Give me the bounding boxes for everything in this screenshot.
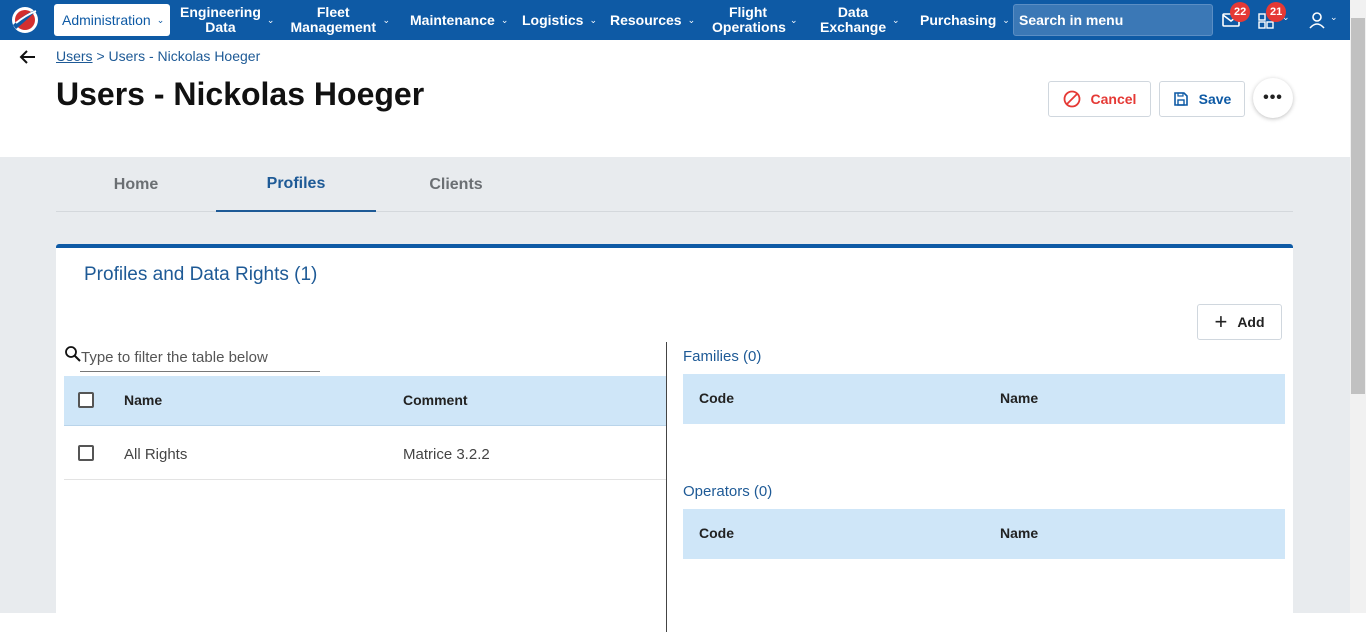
cancel-button[interactable]: Cancel (1048, 81, 1151, 117)
select-all-checkbox[interactable] (78, 392, 94, 408)
chevron-down-icon: ⌄ (1002, 14, 1010, 25)
breadcrumb-separator: > (96, 48, 105, 64)
more-options-button[interactable]: ••• (1253, 78, 1293, 118)
messages-button[interactable]: 22 (1222, 2, 1251, 32)
add-label: Add (1237, 314, 1265, 330)
save-button[interactable]: Save (1159, 81, 1245, 117)
tab-label: Profiles (266, 174, 326, 192)
tab-bar: Home Profiles Clients (56, 157, 1293, 212)
ellipsis-icon: ••• (1263, 89, 1283, 106)
families-table-header: Code Name (683, 374, 1285, 424)
profiles-card: Profiles and Data Rights (1) + Add Name … (56, 244, 1293, 632)
nav-label: Purchasing (920, 11, 997, 28)
chevron-down-icon: ⌄ (687, 14, 696, 25)
nav-resources[interactable]: Resources ⌄ (610, 0, 695, 40)
nav-label: Maintenance (410, 11, 495, 28)
nav-label: Data Exchange (820, 4, 887, 35)
panel-divider (666, 342, 667, 632)
operators-table-header: Code Name (683, 509, 1285, 559)
scrollbar-thumb[interactable] (1351, 18, 1365, 394)
menu-search-input[interactable] (1013, 4, 1213, 36)
nav-purchasing[interactable]: Purchasing ⌄ (920, 0, 1010, 40)
chevron-down-icon: ⌄ (382, 14, 390, 25)
chevron-down-icon: ⌄ (1330, 12, 1338, 22)
chevron-down-icon: ⌄ (500, 14, 509, 25)
save-disk-icon (1173, 92, 1188, 106)
cancel-label: Cancel (1090, 91, 1137, 107)
column-header-name[interactable]: Name (1000, 525, 1038, 541)
tab-profiles[interactable]: Profiles (216, 157, 376, 212)
nav-label: Engineering Data (180, 4, 261, 35)
operators-title: Operators (0) (683, 483, 773, 500)
nav-fleet-management[interactable]: Fleet Management ⌄ (290, 0, 390, 40)
chevron-down-icon: ⌄ (892, 14, 900, 25)
breadcrumb: Users > Users - Nickolas Hoeger (56, 48, 260, 64)
user-icon (1309, 12, 1325, 29)
chevron-down-icon: ⌄ (156, 14, 165, 25)
user-menu-button[interactable]: ⌄ (1308, 8, 1342, 32)
chevron-down-icon: ⌄ (589, 14, 598, 25)
column-header-code[interactable]: Code (699, 390, 734, 406)
apps-button[interactable]: 21 ⌄ (1258, 2, 1290, 32)
breadcrumb-current: Users - Nickolas Hoeger (108, 48, 261, 64)
save-label: Save (1198, 91, 1232, 107)
nav-label: Administration (62, 11, 151, 28)
tab-home[interactable]: Home (56, 157, 216, 212)
messages-count-badge: 22 (1230, 2, 1251, 22)
tab-clients[interactable]: Clients (376, 157, 536, 212)
nav-logistics[interactable]: Logistics ⌄ (522, 0, 597, 40)
row-comment: Matrice 3.2.2 (403, 446, 490, 463)
page-title: Users - Nickolas Hoeger (56, 76, 425, 112)
tab-label: Clients (429, 175, 483, 193)
app-logo-icon[interactable] (10, 5, 40, 35)
chevron-down-icon: ⌄ (790, 14, 798, 25)
nav-maintenance[interactable]: Maintenance ⌄ (410, 0, 508, 40)
nav-label: Fleet Management (290, 4, 377, 35)
back-arrow-icon[interactable] (18, 47, 38, 67)
families-title: Families (0) (683, 348, 762, 365)
nav-label: Logistics (522, 11, 584, 28)
chevron-down-icon: ⌄ (1282, 12, 1290, 22)
nav-label: Resources (610, 11, 682, 28)
cancel-circle-icon (1063, 90, 1080, 108)
nav-engineering-data[interactable]: Engineering Data ⌄ (180, 0, 275, 40)
chevron-down-icon: ⌄ (266, 14, 275, 25)
nav-flight-operations[interactable]: Flight Operations ⌄ (712, 0, 800, 40)
table-row[interactable]: All Rights Matrice 3.2.2 (64, 426, 666, 480)
row-name: All Rights (124, 446, 188, 463)
nav-administration[interactable]: Administration ⌄ (54, 4, 170, 36)
column-header-code[interactable]: Code (699, 525, 734, 541)
column-header-name[interactable]: Name (124, 392, 162, 408)
add-button[interactable]: + Add (1197, 304, 1282, 340)
top-navigation-bar: Administration ⌄ Engineering Data ⌄ Fleet … (0, 0, 1350, 40)
table-filter-input[interactable] (80, 344, 320, 372)
tab-label: Home (113, 175, 159, 193)
plus-icon: + (1214, 309, 1228, 334)
nav-label: Flight Operations (712, 4, 786, 35)
nav-data-exchange[interactable]: Data Exchange ⌄ (820, 0, 900, 40)
column-header-comment[interactable]: Comment (403, 392, 468, 408)
profiles-table-header: Name Comment (64, 376, 666, 426)
row-checkbox[interactable] (78, 445, 94, 461)
page-scrollbar[interactable] (1350, 0, 1366, 613)
breadcrumb-users-link[interactable]: Users (56, 48, 93, 64)
card-title: Profiles and Data Rights (1) (84, 264, 318, 285)
column-header-name[interactable]: Name (1000, 390, 1038, 406)
